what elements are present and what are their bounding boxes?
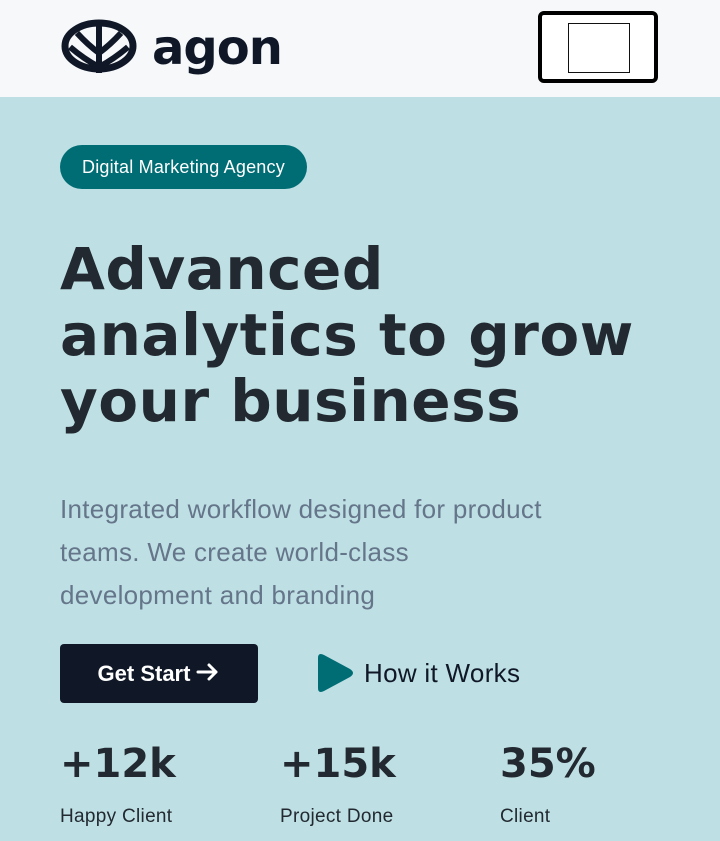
logo[interactable]: agon	[60, 18, 283, 78]
how-it-works-label: How it Works	[364, 657, 521, 688]
play-icon	[318, 654, 353, 692]
stat-value: +12k	[60, 741, 176, 787]
menu-icon	[568, 23, 630, 73]
hero-subtext: Integrated workflow designed for product…	[60, 488, 670, 617]
subtext-line: teams. We create world-class	[60, 537, 409, 567]
tagline-badge: Digital Marketing Agency	[60, 145, 307, 189]
get-start-button[interactable]: Get Start	[60, 644, 258, 703]
arrow-right-icon	[196, 661, 220, 687]
subtext-line: Integrated workflow designed for product	[60, 494, 542, 524]
site-header: agon	[0, 0, 720, 97]
subtext-line: development and branding	[60, 580, 376, 610]
stat-client: 35% Client	[500, 736, 596, 828]
get-start-label: Get Start	[97, 660, 191, 686]
menu-button[interactable]	[538, 11, 658, 83]
stat-label: Project Done	[280, 806, 394, 827]
stat-value: +15k	[280, 741, 396, 787]
leaf-icon	[60, 19, 138, 77]
headline-line: your business	[60, 367, 522, 435]
headline-line: analytics to grow	[60, 301, 634, 369]
stat-label: Client	[500, 806, 551, 827]
headline-line: Advanced	[60, 235, 384, 303]
how-it-works-link[interactable]: How it Works	[314, 652, 520, 694]
stat-value: 35%	[500, 741, 596, 787]
stat-happy-client: +12k Happy Client	[60, 736, 176, 828]
hero-headline: Advanced analytics to grow your business	[60, 236, 700, 434]
logo-text: agon	[152, 20, 283, 76]
stat-project-done: +15k Project Done	[280, 736, 396, 828]
stat-label: Happy Client	[60, 806, 173, 827]
